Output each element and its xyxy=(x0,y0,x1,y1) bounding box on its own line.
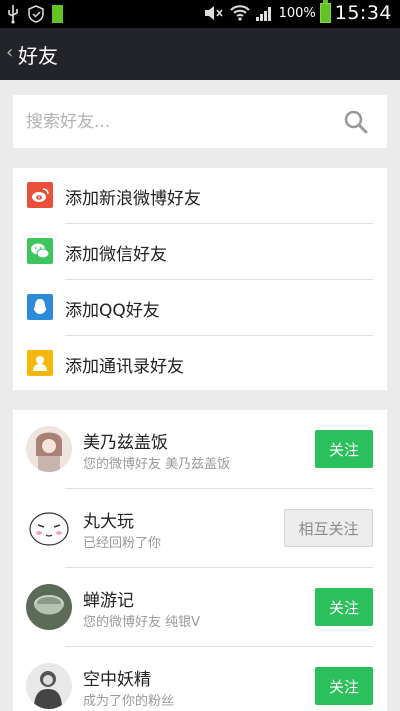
usb-icon xyxy=(8,5,18,24)
friend-subtitle: 成为了你的粉丝 xyxy=(83,694,175,709)
friend-list: 美乃兹盖饭 您的微博好友 美乃兹盖饭 关注 丸大玩 已经回粉了你 相互关注 蝉游… xyxy=(13,410,387,711)
mutual-follow-button[interactable]: 相互关注 xyxy=(284,509,373,547)
list-item[interactable]: 空中妖精 成为了你的粉丝 关注 xyxy=(13,647,387,711)
signal-icon xyxy=(255,7,271,21)
follow-button[interactable]: 关注 xyxy=(315,588,373,626)
mute-icon xyxy=(204,6,223,20)
clock: 15:34 xyxy=(334,2,392,24)
friend-subtitle: 您的微博好友 纯银V xyxy=(83,615,201,630)
add-wechat-friend[interactable]: 添加微信好友 xyxy=(13,224,387,279)
friend-name: 丸大玩 xyxy=(83,512,134,532)
add-weibo-friend[interactable]: 添加新浪微博好友 xyxy=(13,168,387,223)
page-title[interactable]: 好友 xyxy=(18,40,58,69)
status-bar: 100% 15:34 xyxy=(0,0,400,28)
search-box xyxy=(13,95,387,148)
wechat-icon xyxy=(27,238,53,264)
follow-button[interactable]: 关注 xyxy=(315,667,373,705)
battery-percent: 100% xyxy=(278,5,316,21)
contacts-icon xyxy=(27,350,53,376)
add-friend-card: 添加新浪微博好友 添加微信好友 添加QQ好友 添加通讯录好友 xyxy=(13,168,387,390)
friend-name: 空中妖精 xyxy=(83,670,151,690)
weibo-icon xyxy=(27,182,53,208)
search-icon[interactable] xyxy=(343,109,369,135)
add-wechat-label: 添加微信好友 xyxy=(65,245,167,265)
battery-icon xyxy=(319,0,331,23)
wifi-icon xyxy=(229,5,250,21)
list-item[interactable]: 蝉游记 您的微博好友 纯银V 关注 xyxy=(13,568,387,646)
qq-icon xyxy=(27,294,53,320)
search-input[interactable] xyxy=(13,95,333,148)
list-item[interactable]: 美乃兹盖饭 您的微博好友 美乃兹盖饭 关注 xyxy=(13,410,387,488)
friend-name: 美乃兹盖饭 xyxy=(83,433,168,453)
avatar xyxy=(26,426,72,472)
friend-subtitle: 您的微博好友 美乃兹盖饭 xyxy=(83,457,231,472)
small-battery-icon xyxy=(52,5,63,23)
add-contacts-friend[interactable]: 添加通讯录好友 xyxy=(13,336,387,391)
status-right: 100% 15:34 xyxy=(203,0,392,24)
status-left xyxy=(6,4,63,24)
add-qq-friend[interactable]: 添加QQ好友 xyxy=(13,280,387,335)
avatar xyxy=(26,663,72,709)
shield-check-icon xyxy=(28,5,44,23)
avatar xyxy=(26,505,72,551)
follow-button[interactable]: 关注 xyxy=(315,430,373,468)
friend-subtitle: 已经回粉了你 xyxy=(83,536,162,551)
back-chevron-icon[interactable]: ‹ xyxy=(6,42,13,63)
list-item[interactable]: 丸大玩 已经回粉了你 相互关注 xyxy=(13,489,387,567)
avatar xyxy=(26,584,72,630)
nav-bar: ‹ 好友 xyxy=(0,28,400,80)
add-contacts-label: 添加通讯录好友 xyxy=(65,357,184,377)
friend-name: 蝉游记 xyxy=(83,591,134,611)
add-weibo-label: 添加新浪微博好友 xyxy=(65,189,201,209)
add-qq-label: 添加QQ好友 xyxy=(65,301,160,321)
